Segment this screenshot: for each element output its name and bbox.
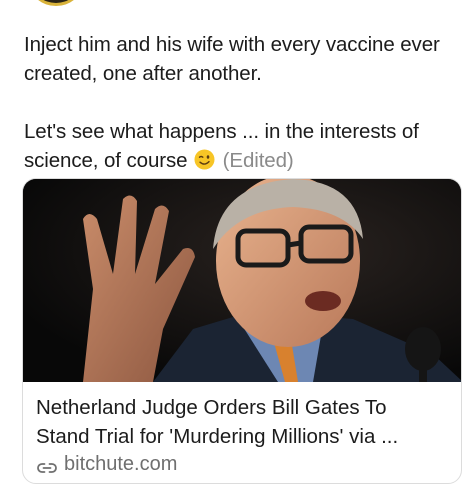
link-preview-image — [23, 179, 461, 382]
link-icon — [36, 458, 58, 473]
post-body: Inject him and his wife with every vacci… — [24, 30, 464, 175]
link-preview-title[interactable]: Netherland Judge Orders Bill Gates To St… — [36, 393, 452, 451]
link-preview-title-line: Netherland Judge Orders Bill Gates To — [36, 396, 387, 419]
post-paragraph: Inject him and his wife with every vacci… — [24, 33, 440, 85]
post-paragraph-text: Let's see what happens ... in the intere… — [24, 120, 419, 172]
edited-label: (Edited) — [222, 149, 294, 172]
post-paragraph: Let's see what happens ... in the intere… — [24, 117, 464, 175]
link-preview-card[interactable]: Netherland Judge Orders Bill Gates To St… — [22, 178, 462, 484]
winking-face-icon — [194, 149, 215, 170]
link-preview-domain-text: bitchute.com — [64, 453, 178, 475]
link-preview-domain: bitchute.com — [36, 453, 177, 476]
link-preview-title-line: Stand Trial for 'Murdering Millions' via… — [36, 425, 399, 448]
avatar[interactable] — [30, 0, 82, 6]
